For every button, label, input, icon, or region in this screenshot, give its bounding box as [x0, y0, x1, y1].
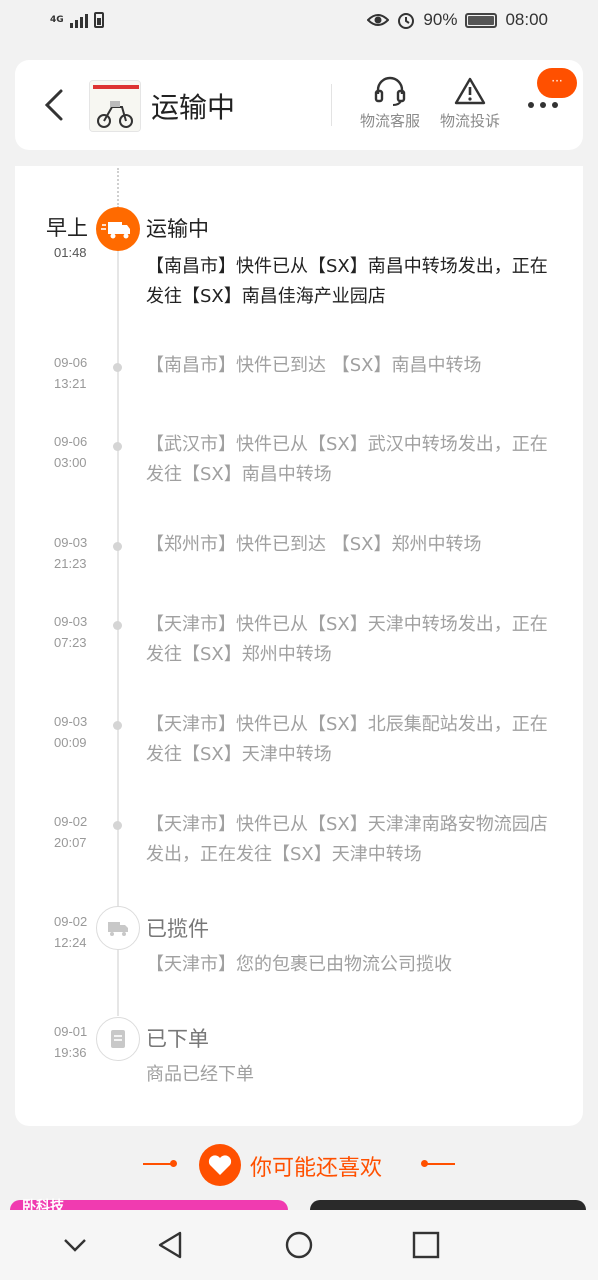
- recommend-line-left: [143, 1163, 173, 1165]
- pickup-description: 【天津市】您的包裹已由物流公司揽收: [146, 954, 452, 975]
- timeline-dot: [113, 821, 122, 830]
- status-left: 4G: [50, 12, 104, 28]
- event-date: 09-02 12:24: [54, 914, 88, 950]
- product-thumbnail[interactable]: [89, 80, 141, 132]
- system-navigation-bar: [0, 1210, 598, 1280]
- header-bar: 运输中 物流客服 物流投诉 ···: [15, 60, 583, 150]
- clock: 08:00: [505, 10, 548, 29]
- event-date: 09-03 21:23: [54, 535, 88, 571]
- current-description: 【南昌市】快件已从【SX】南昌中转场发出，正在发往【SX】南昌佳海产业园店: [146, 256, 548, 307]
- nav-home-icon[interactable]: [284, 1230, 314, 1260]
- event-description: 【郑州市】快件已到达 【SX】郑州中转场: [146, 534, 482, 555]
- logistics-service-label: 物流客服: [359, 112, 420, 130]
- truck-icon: [96, 207, 140, 251]
- logistics-service-button[interactable]: 物流客服: [355, 76, 425, 131]
- event-description: 【天津市】快件已从【SX】北辰集配站发出，正在发往【SX】天津中转场: [146, 714, 548, 765]
- current-status: 运输中: [146, 217, 209, 241]
- event-date: 09-03 07:23: [54, 614, 88, 650]
- alarm-icon: [398, 13, 415, 29]
- event-date: 09-06 13:21: [54, 355, 88, 391]
- status-bar: 4G 90% 08:00: [0, 0, 598, 46]
- current-date-label: 早上: [46, 216, 88, 240]
- battery-icon: [465, 12, 498, 28]
- pickup-status: 已揽件: [146, 917, 209, 941]
- eye-icon: [367, 14, 390, 26]
- nav-back-icon[interactable]: [156, 1230, 186, 1260]
- charging-icon: [93, 12, 104, 28]
- more-icon[interactable]: [525, 98, 561, 112]
- timeline-dot: [113, 721, 122, 730]
- ordered-status: 已下单: [146, 1027, 209, 1051]
- nav-recents-icon[interactable]: [411, 1230, 441, 1260]
- recommend-line-right: [425, 1163, 455, 1165]
- timeline-dot: [113, 442, 122, 451]
- timeline-dot: [113, 621, 122, 630]
- timeline-dot: [113, 542, 122, 551]
- event-date: 09-02 20:07: [54, 814, 88, 850]
- recommend-header: 你可能还喜欢: [0, 1140, 598, 1190]
- headset-icon: [374, 76, 406, 106]
- logistics-complaint-button[interactable]: 物流投诉: [435, 76, 505, 131]
- event-date: 09-06 03:00: [54, 434, 88, 470]
- timeline-dashed-line: [117, 168, 119, 208]
- status-right: 90% 08:00: [367, 10, 548, 30]
- message-bubble-badge[interactable]: ···: [537, 68, 577, 98]
- event-description: 【天津市】快件已从【SX】天津津南路安物流园店发出，正在发往【SX】天津中转场: [146, 814, 548, 865]
- header-divider: [331, 84, 332, 126]
- logistics-complaint-label: 物流投诉: [439, 112, 500, 130]
- current-time-label: 01:48: [54, 245, 87, 260]
- recommend-title: 你可能还喜欢: [250, 1156, 383, 1181]
- hide-keyboard-icon[interactable]: [60, 1230, 90, 1260]
- timeline-dot: [113, 363, 122, 372]
- page-title: 运输中: [151, 91, 236, 124]
- order-document-icon: [96, 1017, 140, 1061]
- event-description: 【天津市】快件已从【SX】天津中转场发出，正在发往【SX】郑州中转场: [146, 614, 548, 665]
- event-description: 【武汉市】快件已从【SX】武汉中转场发出，正在发往【SX】南昌中转场: [146, 434, 548, 485]
- network-label: 4G: [50, 15, 64, 25]
- ordered-description: 商品已经下单: [146, 1064, 254, 1085]
- heart-icon: [199, 1144, 241, 1186]
- recommend-dot-left: [170, 1160, 177, 1167]
- event-description: 【南昌市】快件已到达 【SX】南昌中转场: [146, 355, 482, 376]
- back-icon[interactable]: [43, 88, 65, 122]
- event-date: 09-01 19:36: [54, 1024, 88, 1060]
- event-date: 09-03 00:09: [54, 714, 88, 750]
- signal-icon: [69, 12, 88, 28]
- battery-percent: 90%: [423, 10, 458, 29]
- warning-icon: [454, 77, 486, 105]
- pickup-truck-icon: [96, 906, 140, 950]
